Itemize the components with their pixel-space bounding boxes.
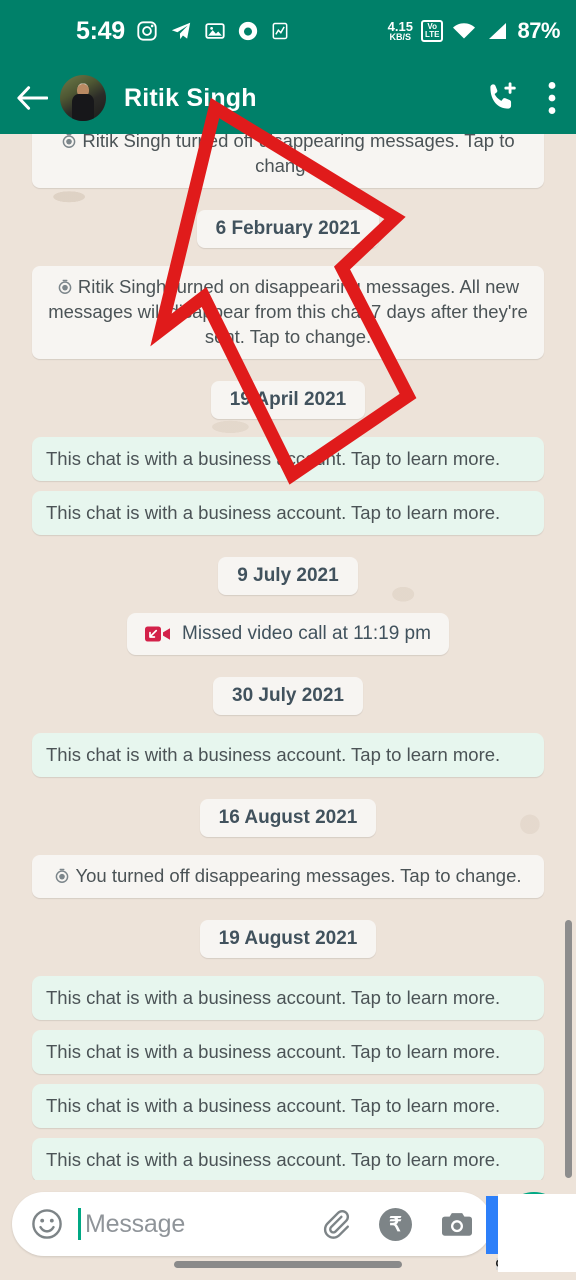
date-chip: 16 August 2021 xyxy=(199,798,377,837)
data-speed-indicator: 4.15 KB/S xyxy=(387,19,413,42)
timer-icon xyxy=(58,279,72,294)
blue-indicator-bar xyxy=(486,1196,498,1254)
back-button[interactable] xyxy=(16,84,58,112)
composer-bar: Message ₹ GR xyxy=(0,1180,576,1280)
camera-icon[interactable] xyxy=(440,1209,474,1239)
timer-icon xyxy=(63,134,76,148)
system-message-bubble[interactable]: Ritik Singh turned on disappearing messa… xyxy=(32,265,544,359)
rupee-payment-icon[interactable]: ₹ xyxy=(379,1207,412,1241)
date-chip: 30 July 2021 xyxy=(213,676,363,715)
list-item: 16 August 2021 xyxy=(32,798,544,837)
date-chip: 19 August 2021 xyxy=(199,919,377,958)
missed-video-call-icon xyxy=(145,626,171,642)
list-item: 6 February 2021 xyxy=(32,209,544,248)
list-item[interactable]: Ritik Singh turned on disappearing messa… xyxy=(32,265,544,359)
date-chip: 19 April 2021 xyxy=(210,380,366,419)
stocks-icon xyxy=(272,22,288,40)
list-item[interactable]: Missed video call at 11:19 pm xyxy=(32,612,544,655)
list-item[interactable]: This chat is with a business account. Ta… xyxy=(32,975,544,1020)
business-account-notice[interactable]: This chat is with a business account. Ta… xyxy=(32,732,544,777)
cellular-signal-icon xyxy=(489,23,507,39)
message-list[interactable]: Ritik Singh turned off disappearing mess… xyxy=(0,134,576,1180)
timer-icon xyxy=(56,868,69,883)
list-item[interactable]: You turned off disappearing messages. Ta… xyxy=(32,854,544,898)
status-time: 5:49 xyxy=(76,16,125,45)
volte-icon: Vo LTE xyxy=(420,20,444,42)
attach-clip-icon[interactable] xyxy=(319,1208,351,1240)
list-item: 19 April 2021 xyxy=(32,380,544,419)
business-account-notice[interactable]: This chat is with a business account. Ta… xyxy=(32,1029,544,1074)
app-bar-actions xyxy=(484,81,560,115)
business-account-notice[interactable]: This chat is with a business account. Ta… xyxy=(32,1137,544,1180)
gallery-icon xyxy=(205,23,225,39)
whatsapp-chat-screen: 5:49 4.15 KB/S Vo LTE 87% Ritik Singh Ri… xyxy=(0,0,576,1280)
message-input-pill[interactable]: Message ₹ xyxy=(12,1192,492,1256)
status-bar: 5:49 4.15 KB/S Vo LTE 87% xyxy=(0,0,576,62)
list-item: 30 July 2021 xyxy=(32,676,544,715)
navigation-home-pill[interactable] xyxy=(174,1261,402,1268)
system-message-bubble[interactable]: Ritik Singh turned off disappearing mess… xyxy=(32,134,544,188)
list-item[interactable]: This chat is with a business account. Ta… xyxy=(32,490,544,535)
list-item: 9 July 2021 xyxy=(32,556,544,595)
scrollbar-thumb[interactable] xyxy=(565,920,572,1178)
white-overlay-patch xyxy=(498,1194,576,1272)
date-chip: 9 July 2021 xyxy=(218,556,358,595)
list-item[interactable]: This chat is with a business account. Ta… xyxy=(32,732,544,777)
list-item[interactable]: This chat is with a business account. Ta… xyxy=(32,1083,544,1128)
battery-percent: 87% xyxy=(517,18,560,43)
instagram-icon xyxy=(137,21,157,41)
list-item[interactable]: Ritik Singh turned off disappearing mess… xyxy=(32,134,544,188)
list-item[interactable]: This chat is with a business account. Ta… xyxy=(32,1029,544,1074)
date-chip: 6 February 2021 xyxy=(196,209,380,248)
business-account-notice[interactable]: This chat is with a business account. Ta… xyxy=(32,1083,544,1128)
status-bar-left: 5:49 xyxy=(76,17,290,46)
chat-app-bar: Ritik Singh xyxy=(0,62,576,134)
list-item: 19 August 2021 xyxy=(32,919,544,958)
missed-call-text: Missed video call at 11:19 pm xyxy=(182,622,431,644)
back-arrow-icon xyxy=(17,86,48,110)
text-cursor xyxy=(78,1208,81,1240)
overflow-menu-icon[interactable] xyxy=(548,81,556,115)
missed-call-bubble[interactable]: Missed video call at 11:19 pm xyxy=(127,612,449,655)
page-title[interactable]: Ritik Singh xyxy=(124,84,257,113)
telegram-icon xyxy=(171,22,191,40)
camera-ring-icon xyxy=(238,21,258,41)
business-account-notice[interactable]: This chat is with a business account. Ta… xyxy=(32,490,544,535)
list-item[interactable]: This chat is with a business account. Ta… xyxy=(32,436,544,481)
status-bar-right: 4.15 KB/S Vo LTE 87% xyxy=(387,18,561,44)
composer-actions: ₹ xyxy=(319,1207,474,1241)
system-message-bubble[interactable]: You turned off disappearing messages. Ta… xyxy=(32,854,544,898)
wifi-icon xyxy=(453,23,476,39)
business-account-notice[interactable]: This chat is with a business account. Ta… xyxy=(32,436,544,481)
business-account-notice[interactable]: This chat is with a business account. Ta… xyxy=(32,975,544,1020)
emoji-smiley-icon[interactable] xyxy=(30,1207,64,1241)
search-input[interactable]: Message xyxy=(85,1210,185,1239)
add-call-icon[interactable] xyxy=(484,81,518,115)
avatar[interactable] xyxy=(60,75,106,121)
list-item[interactable]: This chat is with a business account. Ta… xyxy=(32,1137,544,1180)
